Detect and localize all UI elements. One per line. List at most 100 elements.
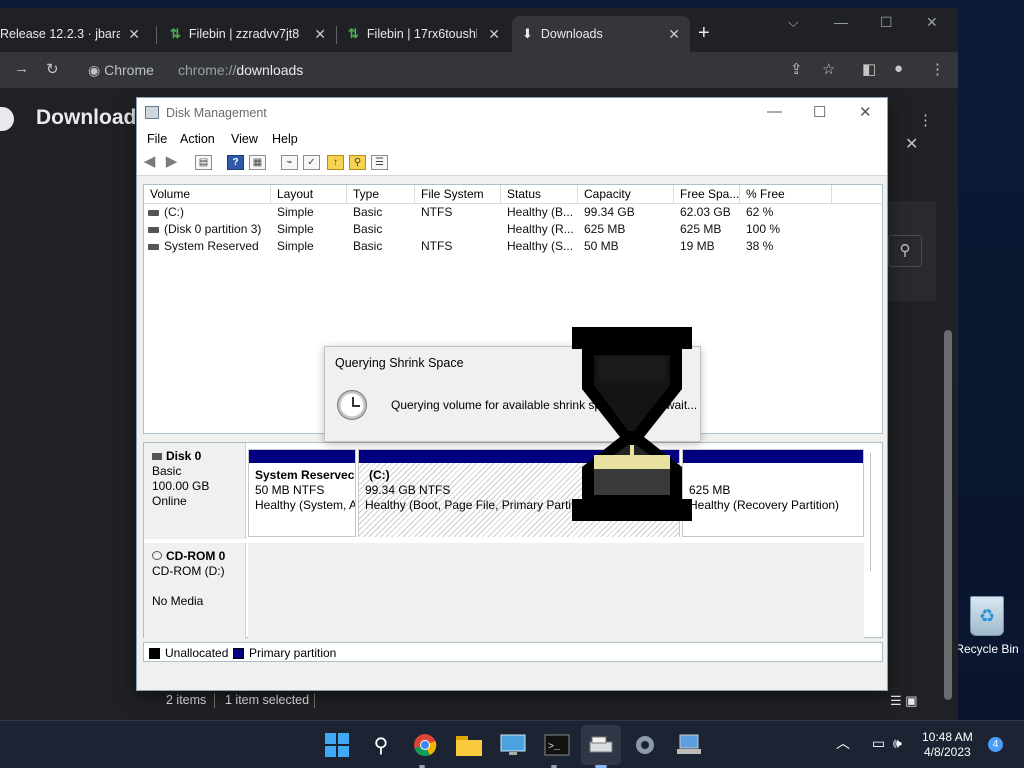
settings-icon[interactable] (631, 731, 659, 759)
column-percent-free[interactable]: % Free (740, 185, 832, 204)
more-actions-icon[interactable]: ⋮ (918, 111, 933, 129)
tab-search-icon[interactable]: ⌵ (788, 14, 799, 31)
volume-icon[interactable]: 🕪 (893, 735, 902, 751)
volume-name: (Disk 0 partition 3) (148, 222, 270, 236)
remote-desktop-icon[interactable] (499, 731, 527, 759)
show-hide-tree-icon[interactable]: ▤ (195, 155, 212, 170)
tab-filebin-1[interactable]: ⇅ Filebin | zzradvv7jt8at ✕ (160, 16, 336, 52)
clock[interactable]: 10:48 AM 4/8/2023 (922, 730, 973, 760)
back-icon[interactable]: ◀ (141, 154, 158, 170)
disk-management-taskbar-icon[interactable] (581, 725, 621, 765)
terminal-icon[interactable]: >_ (543, 731, 571, 759)
volume-row[interactable]: (Disk 0 partition 3) Simple Basic Health… (144, 221, 882, 238)
reload-icon[interactable]: ↻ (46, 60, 59, 78)
column-layout[interactable]: Layout (271, 185, 347, 204)
tab-filebin-2[interactable]: ⇅ Filebin | 17rx6toushla ✕ (338, 16, 510, 52)
forward-icon[interactable]: ▶ (163, 154, 180, 170)
volume-row[interactable]: System Reserved Simple Basic NTFS Health… (144, 238, 882, 255)
close-button[interactable]: ✕ (926, 14, 938, 31)
partition-system-reserved[interactable]: System Reservec 50 MB NTFS Healthy (Syst… (248, 449, 356, 537)
device-manager-icon[interactable] (675, 731, 703, 759)
chrome-site-label: ◉ Chrome (88, 62, 154, 78)
disk0-type: Basic (152, 464, 182, 478)
disk-icon (589, 736, 613, 753)
disk-graphical-view: Disk 0 Basic 100.00 GB Online System Res… (143, 442, 883, 639)
close-button[interactable]: ✕ (859, 103, 872, 121)
column-volume[interactable]: Volume (144, 185, 271, 204)
volume-status: Healthy (R... (507, 222, 574, 236)
volume-free: 62.03 GB (680, 205, 731, 219)
search-folder-icon[interactable]: ⚲ (349, 155, 366, 170)
volume-type: Basic (353, 239, 383, 253)
menu-action[interactable]: Action (180, 132, 215, 146)
close-tab-icon[interactable]: ✕ (128, 26, 140, 43)
volume-fs: NTFS (421, 239, 453, 253)
forward-icon[interactable]: → (14, 60, 29, 77)
disk-icon (152, 453, 162, 460)
tab-release[interactable]: Release 12.2.3 · jbarat ✕ (0, 16, 150, 52)
menu-view[interactable]: View (231, 132, 258, 146)
new-tab-button[interactable]: + (698, 22, 710, 45)
minimize-button[interactable]: — (767, 103, 782, 120)
minimize-button[interactable]: — (834, 14, 848, 30)
address-bar[interactable]: ◉ Chrome chrome://downloads (78, 56, 858, 84)
side-panel-icon[interactable]: ◧ (862, 60, 876, 78)
disk0-label[interactable]: Disk 0 Basic 100.00 GB Online (144, 443, 246, 539)
check-icon[interactable]: ✓ (303, 155, 320, 170)
volume-status: Healthy (B... (507, 205, 574, 219)
disk-view-scrollbar[interactable] (870, 453, 878, 571)
profile-icon[interactable]: ● (894, 60, 903, 77)
connect-icon[interactable]: ⌁ (281, 155, 298, 170)
clock-time: 10:48 AM (922, 730, 973, 744)
volume-list-header: Volume Layout Type File System Status Ca… (144, 185, 882, 204)
taskbar: ⚲ >_ ︿ ▭ 🕪 10:48 AM 4/8/2023 4 (0, 720, 1024, 768)
status-separator (314, 693, 315, 708)
help-icon[interactable]: ? (227, 155, 244, 170)
disk0-name: Disk 0 (152, 449, 237, 464)
start-button[interactable] (323, 731, 351, 759)
partition-name: System Reservec (255, 468, 355, 482)
search-icon[interactable]: ⚲ (888, 235, 922, 267)
console-icon: >_ (544, 734, 570, 756)
properties-icon[interactable]: ▦ (249, 155, 266, 170)
network-icon[interactable]: ▭ (872, 735, 885, 751)
notification-badge[interactable]: 4 (988, 737, 1003, 752)
scrollbar-thumb[interactable] (944, 330, 952, 700)
chevron-up-icon[interactable]: ︿ (836, 735, 850, 751)
list-view-icon[interactable]: ☰ (371, 155, 388, 170)
search-icon[interactable]: ⚲ (367, 731, 395, 759)
close-tab-icon[interactable]: ✕ (668, 26, 680, 43)
column-type[interactable]: Type (347, 185, 415, 204)
selection-count: 1 item selected (225, 693, 310, 707)
column-capacity[interactable]: Capacity (578, 185, 674, 204)
close-tab-icon[interactable]: ✕ (314, 26, 326, 43)
volume-capacity: 625 MB (584, 222, 626, 236)
share-icon[interactable]: ⇪ (790, 60, 803, 78)
tab-downloads[interactable]: ⬇ Downloads ✕ (512, 16, 690, 52)
volume-row[interactable]: (C:) Simple Basic NTFS Healthy (B... 99.… (144, 204, 882, 221)
menu-kebab-icon[interactable]: ⋮ (930, 60, 945, 78)
column-status[interactable]: Status (501, 185, 578, 204)
up-folder-icon[interactable]: ↑ (327, 155, 344, 170)
maximize-button[interactable]: ☐ (880, 14, 893, 31)
page-title: Downloads (36, 106, 149, 129)
column-free-space[interactable]: Free Spa... (674, 185, 740, 204)
recycle-bin-shortcut[interactable]: ♻ Recycle Bin (950, 596, 1024, 656)
menu-file[interactable]: File (147, 132, 167, 146)
partition-recovery[interactable]: 625 MB Healthy (Recovery Partition) (682, 449, 864, 537)
close-tab-icon[interactable]: ✕ (488, 26, 500, 43)
chrome-taskbar-icon[interactable] (411, 731, 439, 759)
scrollbar[interactable] (940, 156, 956, 714)
view-toggle-icons[interactable]: ☰ ▣ (890, 693, 918, 709)
volume-name: System Reserved (148, 239, 270, 253)
menu-help[interactable]: Help (272, 132, 298, 146)
bookmark-star-icon[interactable]: ☆ (822, 60, 835, 78)
volume-percent: 62 % (746, 205, 774, 219)
column-file-system[interactable]: File System (415, 185, 501, 204)
file-explorer-icon[interactable] (455, 731, 483, 759)
maximize-button[interactable]: ☐ (813, 103, 826, 121)
close-icon[interactable]: ✕ (905, 134, 918, 154)
cdrom-label[interactable]: CD-ROM 0 CD-ROM (D:) No Media (144, 543, 246, 639)
disk-management-icon (145, 106, 159, 119)
filebin-icon: ⇅ (348, 26, 359, 41)
